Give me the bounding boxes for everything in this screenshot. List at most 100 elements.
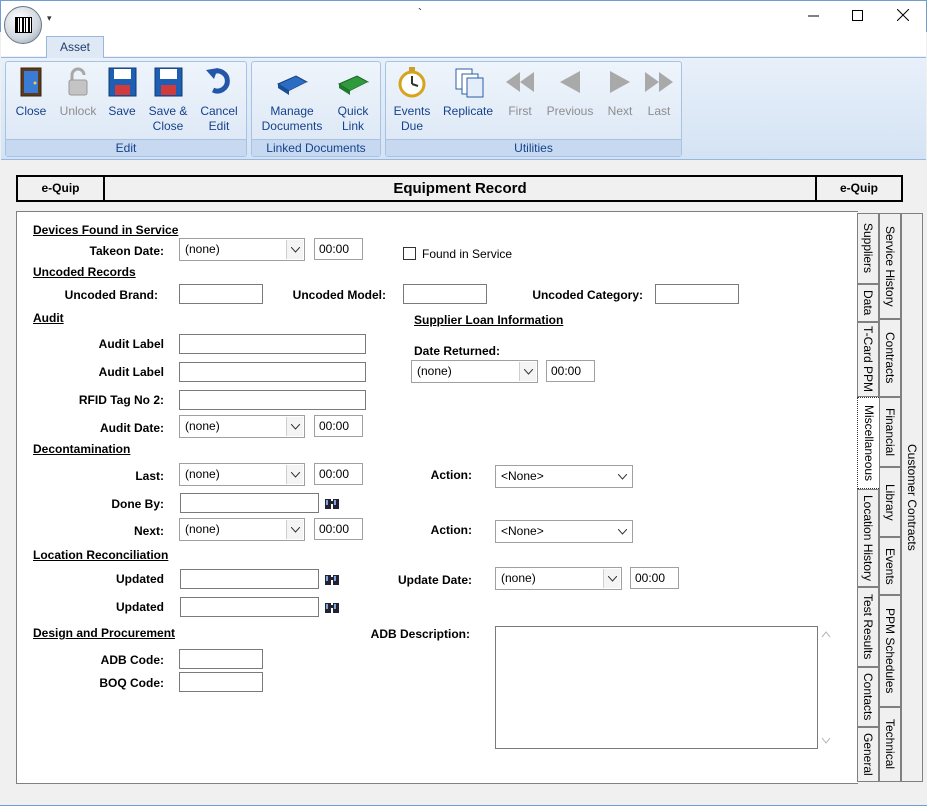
- minimize-button[interactable]: [793, 0, 833, 30]
- blue-book-icon: [276, 66, 309, 98]
- tab-asset[interactable]: Asset: [46, 36, 104, 58]
- app-menu-button[interactable]: [4, 6, 42, 44]
- tab-miscellaneous[interactable]: Miscellaneous: [857, 397, 881, 489]
- tab-technical[interactable]: Technical: [879, 707, 901, 782]
- rfid-tag-input[interactable]: [179, 390, 366, 410]
- binoculars-icon[interactable]: [323, 598, 341, 616]
- tab-customer-contracts[interactable]: Customer Contracts: [901, 213, 923, 782]
- found-in-service-label: Found in Service: [422, 247, 513, 261]
- group-label-linked-documents: Linked Documents: [252, 139, 380, 156]
- tab-general[interactable]: General: [857, 727, 879, 782]
- replicate-button[interactable]: Replicate: [440, 64, 496, 136]
- tab-t-card-ppm[interactable]: T-Card PPM: [857, 322, 879, 397]
- group-label-edit: Edit: [6, 139, 246, 156]
- tab-events[interactable]: Events: [879, 537, 901, 595]
- update-date-select[interactable]: (none): [495, 567, 622, 590]
- section-devices-found: Devices Found in Service: [33, 223, 179, 237]
- audit-label-2-input[interactable]: [179, 362, 366, 382]
- unlock-button[interactable]: Unlock: [55, 64, 101, 136]
- section-design-procurement: Design and Procurement: [33, 626, 176, 640]
- uncoded-model-input[interactable]: [403, 284, 487, 304]
- tab-financial[interactable]: Financial: [879, 397, 901, 467]
- takeon-time-input[interactable]: 00:00: [314, 238, 363, 260]
- decon-action-1-select[interactable]: <None>: [495, 465, 633, 488]
- audit-date-select[interactable]: (none): [179, 415, 305, 438]
- tab-service-history[interactable]: Service History: [879, 213, 901, 319]
- chevron-down-icon: [614, 467, 631, 486]
- decon-next-select[interactable]: (none): [179, 518, 305, 541]
- uncoded-category-label: Uncoded Category:: [532, 288, 643, 302]
- uncoded-brand-input[interactable]: [179, 284, 263, 304]
- found-in-service-checkbox[interactable]: [403, 247, 416, 260]
- chevron-down-icon: [519, 362, 536, 381]
- events-due-button[interactable]: Events Due: [390, 64, 434, 136]
- done-by-input[interactable]: [180, 493, 319, 513]
- done-by-label: Done By:: [111, 497, 164, 511]
- binoculars-icon[interactable]: [323, 494, 341, 512]
- uncoded-brand-label: Uncoded Brand:: [64, 288, 158, 302]
- decon-action-2-select[interactable]: <None>: [495, 520, 633, 543]
- update-date-time-input[interactable]: 00:00: [630, 567, 679, 589]
- audit-label-1-input[interactable]: [179, 334, 366, 354]
- first-arrow-icon: [504, 66, 536, 98]
- date-returned-select[interactable]: (none): [411, 360, 538, 383]
- rfid-tag-label: RFID Tag No 2:: [78, 393, 164, 407]
- tab-contacts[interactable]: Contacts: [857, 667, 879, 727]
- decon-last-time-input[interactable]: 00:00: [314, 463, 363, 485]
- decon-last-select[interactable]: (none): [179, 463, 305, 486]
- tab-data[interactable]: Data: [857, 284, 879, 322]
- next-button[interactable]: Next: [602, 64, 638, 136]
- uncoded-model-label: Uncoded Model:: [292, 288, 386, 302]
- adb-description-textarea[interactable]: [495, 626, 818, 749]
- record-header: e-Quip Equipment Record e-Quip: [16, 175, 903, 202]
- save-and-close-button[interactable]: Save & Close: [145, 64, 191, 136]
- close-window-button[interactable]: [883, 0, 923, 30]
- side-tab-strip: Suppliers Data T-Card PPM Miscellaneous …: [857, 211, 923, 784]
- door-icon: [15, 66, 47, 98]
- takeon-date-label: Takeon Date:: [89, 244, 164, 258]
- date-returned-time-input[interactable]: 00:00: [546, 360, 595, 382]
- tab-contracts[interactable]: Contracts: [879, 319, 901, 397]
- binoculars-icon[interactable]: [323, 570, 341, 588]
- chevron-down-icon: [603, 569, 620, 588]
- takeon-date-select[interactable]: (none): [179, 238, 305, 261]
- save-button[interactable]: Save: [104, 64, 140, 136]
- maximize-icon: [851, 9, 863, 21]
- section-decontamination: Decontamination: [33, 442, 131, 456]
- tab-suppliers[interactable]: Suppliers: [857, 213, 879, 284]
- window-title: `: [418, 6, 422, 20]
- quick-access-dropdown-icon[interactable]: ▾: [47, 14, 55, 23]
- updated-1-input[interactable]: [180, 569, 319, 589]
- close-button[interactable]: Close: [10, 64, 52, 136]
- tab-library[interactable]: Library: [879, 467, 901, 537]
- last-button[interactable]: Last: [641, 64, 677, 136]
- first-button[interactable]: First: [502, 64, 538, 136]
- barcode-icon: [15, 17, 32, 33]
- maximize-button[interactable]: [837, 0, 877, 30]
- cancel-edit-button[interactable]: Cancel Edit: [196, 64, 242, 136]
- updated-2-input[interactable]: [180, 597, 319, 617]
- previous-button[interactable]: Previous: [543, 64, 597, 136]
- section-audit: Audit: [33, 311, 64, 325]
- chevron-down-icon: [614, 522, 631, 541]
- stopwatch-icon: [396, 66, 428, 98]
- audit-label-1: Audit Label: [98, 337, 164, 351]
- chevron-down-icon: [286, 240, 303, 259]
- decon-next-label: Next:: [133, 524, 164, 538]
- adb-description-scrollbar[interactable]: [820, 626, 832, 749]
- audit-time-input[interactable]: 00:00: [314, 415, 363, 437]
- scroll-arrows-icon: [821, 631, 831, 744]
- floppy-disk-icon: [152, 66, 184, 98]
- uncoded-category-input[interactable]: [655, 284, 739, 304]
- tab-location-history[interactable]: Location History: [857, 489, 879, 587]
- padlock-icon: [62, 66, 94, 98]
- audit-date-label: Audit Date:: [100, 421, 164, 435]
- boq-code-input[interactable]: [179, 672, 263, 692]
- tab-test-results[interactable]: Test Results: [857, 587, 879, 667]
- decon-next-time-input[interactable]: 00:00: [314, 518, 363, 540]
- manage-documents-button[interactable]: Manage Documents: [258, 64, 326, 136]
- copy-pages-icon: [452, 66, 484, 98]
- adb-code-input[interactable]: [179, 649, 263, 669]
- quick-link-button[interactable]: Quick Link: [330, 64, 376, 136]
- tab-ppm-schedules[interactable]: PPM Schedules: [879, 595, 901, 707]
